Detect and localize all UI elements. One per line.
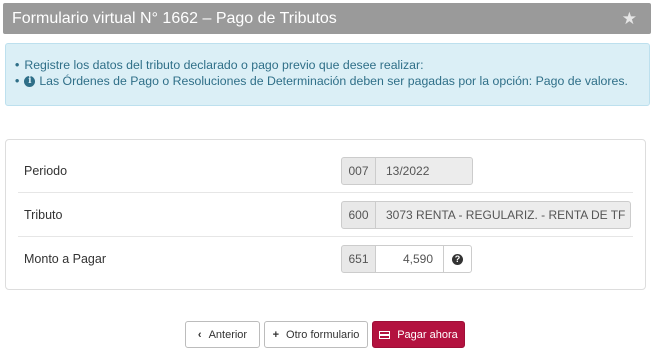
otro-formulario-button[interactable]: + Otro formulario (264, 321, 368, 348)
anterior-button[interactable]: ‹ Anterior (185, 321, 260, 348)
info-circle-icon: i (24, 75, 36, 87)
chevron-left-icon: ‹ (197, 328, 202, 341)
tributo-field[interactable]: 3073 RENTA - REGULARIZ. - RENTA DE TF (375, 200, 631, 229)
question-circle-icon: ? (452, 253, 463, 265)
monto-code: 651 (341, 245, 376, 273)
plus-icon: + (272, 328, 280, 341)
form-panel: Periodo 007 13/2022 Tributo 600 3073 REN… (5, 139, 646, 290)
star-icon[interactable]: ★ (622, 9, 637, 29)
credit-card-icon (379, 330, 391, 339)
info-text: Las Órdenes de Pago o Resoluciones de De… (39, 74, 628, 88)
monto-input[interactable]: 4,590 (375, 245, 444, 273)
periodo-field[interactable]: 13/2022 (375, 156, 473, 185)
header-bar: Formulario virtual N° 1662 – Pago de Tri… (3, 3, 651, 34)
row-monto: Monto a Pagar 651 4,590 ? (18, 237, 633, 281)
info-list: • Registre los datos del tributo declara… (15, 57, 639, 89)
pagar-ahora-button[interactable]: Pagar ahora (372, 321, 465, 348)
info-text: Registre los datos del tributo declarado… (24, 58, 424, 72)
help-button[interactable]: ? (443, 245, 472, 273)
page-title: Formulario virtual N° 1662 – Pago de Tri… (12, 9, 337, 27)
info-item: • Registre los datos del tributo declara… (15, 58, 424, 72)
periodo-label: Periodo (24, 163, 68, 178)
tributo-label: Tributo (24, 207, 63, 222)
tributo-code: 600 (341, 200, 376, 229)
monto-label: Monto a Pagar (24, 252, 106, 266)
periodo-code: 007 (341, 156, 376, 185)
row-tributo: Tributo 600 3073 RENTA - REGULARIZ. - RE… (18, 193, 633, 237)
row-periodo: Periodo 007 13/2022 (18, 149, 633, 193)
info-item: • i Las Órdenes de Pago o Resoluciones d… (15, 74, 628, 88)
info-alert: • Registre los datos del tributo declara… (5, 43, 650, 106)
